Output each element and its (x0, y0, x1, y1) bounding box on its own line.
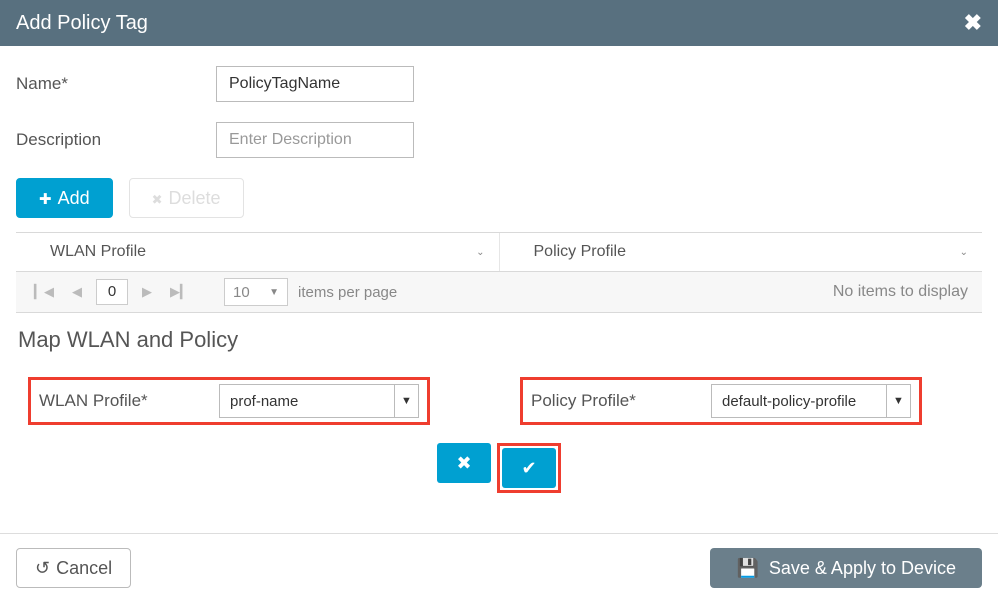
plus-icon (39, 188, 52, 209)
chevron-down-icon: ⌄ (476, 247, 484, 258)
col-wlan-profile[interactable]: WLAN Profile ⌄ (16, 233, 500, 271)
modal-header: Add Policy Tag ✖ (0, 0, 998, 46)
confirm-map-button[interactable]: ✔ (502, 448, 556, 488)
x-icon (152, 188, 163, 209)
wlan-profile-group: WLAN Profile* prof-name ▼ (28, 377, 430, 425)
caret-down-icon: ▼ (394, 385, 418, 417)
confirm-row: ✖ ✔ (16, 443, 982, 493)
confirm-highlight: ✔ (497, 443, 561, 493)
page-size-select[interactable]: 10 ▼ (224, 278, 288, 306)
wlan-profile-select[interactable]: prof-name ▼ (219, 384, 419, 418)
description-label: Description (16, 130, 216, 150)
check-icon: ✔ (521, 458, 536, 479)
cancel-map-button[interactable]: ✖ (437, 443, 491, 483)
add-button-label: Add (58, 188, 90, 209)
col-wlan-label: WLAN Profile (50, 243, 146, 261)
description-input[interactable] (216, 122, 414, 158)
save-button-label: Save & Apply to Device (769, 558, 956, 579)
policy-profile-value: default-policy-profile (712, 393, 886, 410)
col-policy-label: Policy Profile (534, 243, 626, 261)
last-page-icon[interactable]: ▶▎ (166, 284, 194, 300)
map-row: WLAN Profile* prof-name ▼ Policy Profile… (16, 377, 982, 425)
modal-title: Add Policy Tag (16, 12, 148, 35)
name-label: Name* (16, 74, 216, 94)
x-icon: ✖ (456, 453, 471, 474)
save-icon: 💾 (736, 558, 758, 579)
caret-down-icon: ▼ (886, 385, 910, 417)
delete-button-label: Delete (169, 188, 221, 209)
policy-profile-group: Policy Profile* default-policy-profile ▼ (520, 377, 922, 425)
grid-header: WLAN Profile ⌄ Policy Profile ⌄ (16, 233, 982, 272)
grid-footer: ▎◀ ◀ 0 ▶ ▶▎ 10 ▼ items per page No items… (16, 272, 982, 312)
delete-button: Delete (129, 178, 244, 218)
name-input[interactable] (216, 66, 414, 102)
row-name: Name* (16, 66, 982, 102)
next-page-icon[interactable]: ▶ (138, 284, 156, 300)
row-description: Description (16, 122, 982, 158)
undo-icon: ↺ (35, 558, 50, 579)
items-per-page-label: items per page (298, 284, 397, 301)
prev-page-icon[interactable]: ◀ (68, 284, 86, 300)
profile-grid: WLAN Profile ⌄ Policy Profile ⌄ ▎◀ ◀ 0 ▶… (16, 232, 982, 313)
close-icon[interactable]: ✖ (964, 10, 982, 36)
cancel-button-label: Cancel (56, 558, 112, 579)
caret-down-icon: ▼ (269, 287, 279, 298)
wlan-profile-label: WLAN Profile* (39, 391, 199, 411)
policy-profile-select[interactable]: default-policy-profile ▼ (711, 384, 911, 418)
modal-body: Name* Description Add Delete WLAN Profil… (0, 46, 998, 505)
empty-message: No items to display (833, 283, 968, 301)
cancel-button[interactable]: ↺ Cancel (16, 548, 131, 588)
save-apply-button[interactable]: 💾 Save & Apply to Device (710, 548, 982, 588)
page-size-value: 10 (233, 284, 250, 301)
chevron-down-icon: ⌄ (960, 247, 968, 258)
wlan-profile-value: prof-name (220, 393, 394, 410)
add-button[interactable]: Add (16, 178, 113, 218)
action-buttons: Add Delete (16, 178, 982, 232)
page-number-input[interactable]: 0 (96, 279, 128, 305)
col-policy-profile[interactable]: Policy Profile ⌄ (500, 233, 983, 271)
map-section-title: Map WLAN and Policy (16, 313, 982, 377)
policy-profile-label: Policy Profile* (531, 391, 691, 411)
modal-footer: ↺ Cancel 💾 Save & Apply to Device (0, 533, 998, 600)
first-page-icon[interactable]: ▎◀ (30, 284, 58, 300)
